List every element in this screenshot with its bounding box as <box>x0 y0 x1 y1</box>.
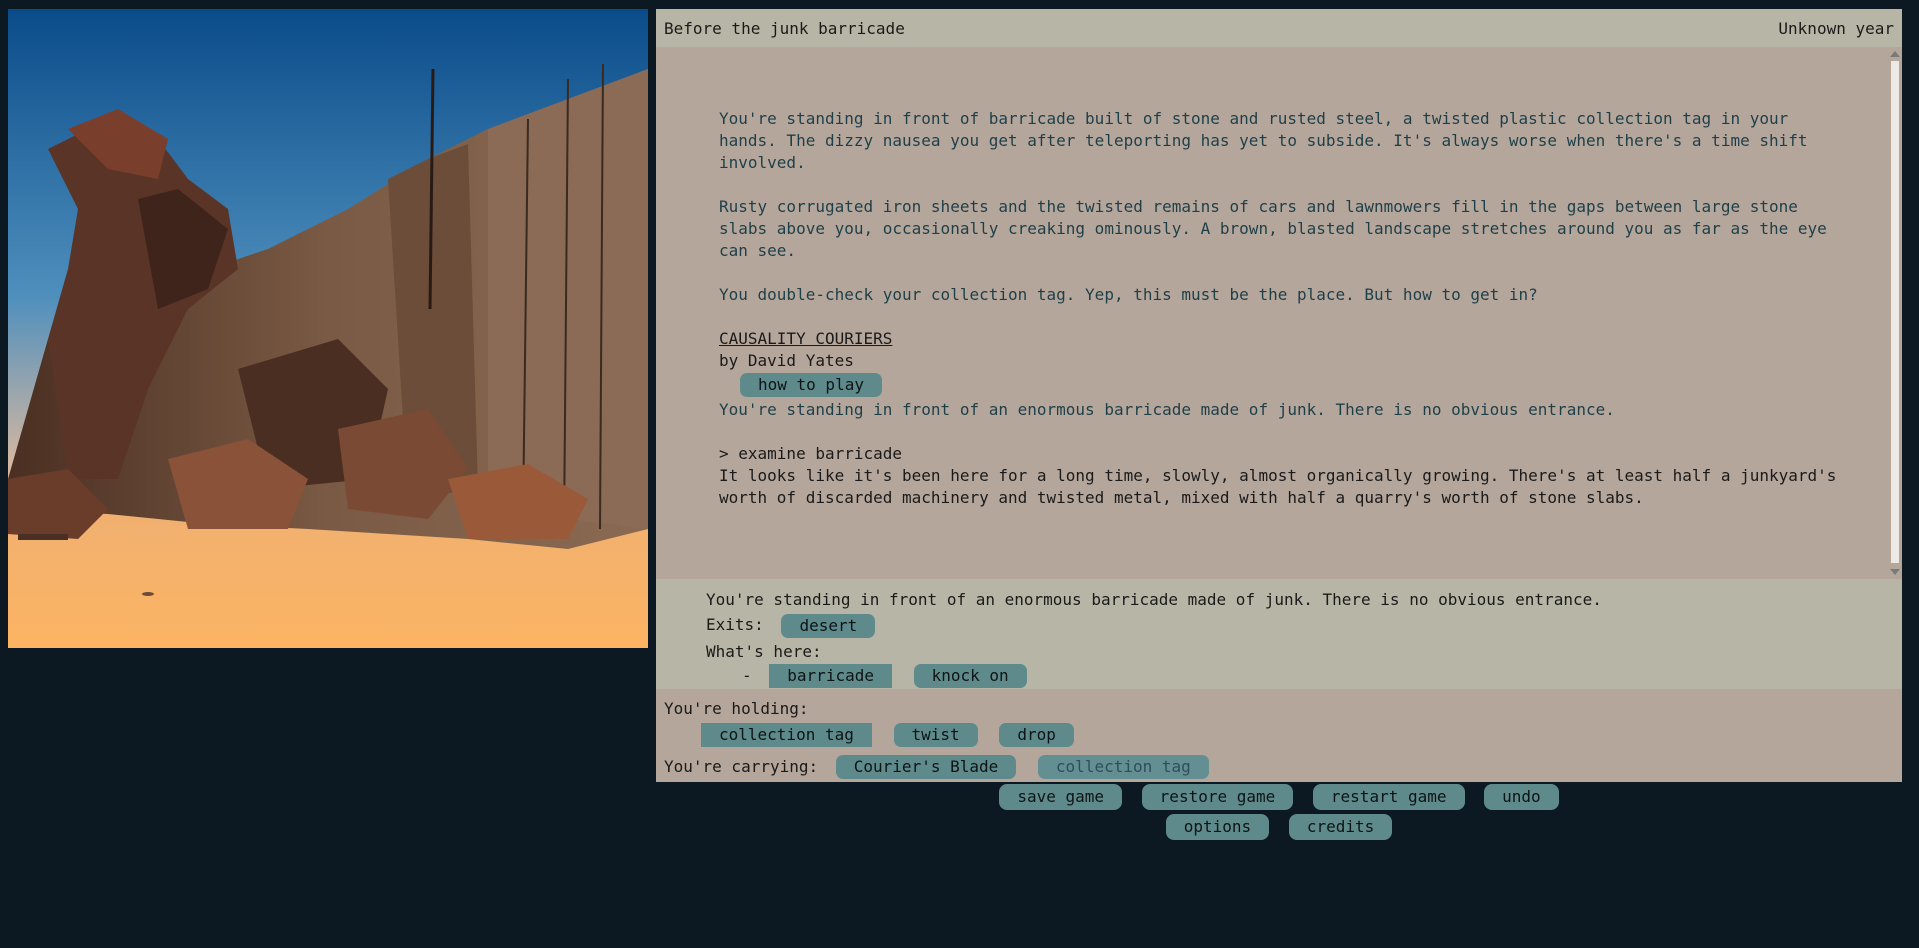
game-title: CAUSALITY COURIERS <box>719 329 893 348</box>
exits-label: Exits: <box>706 615 764 634</box>
transcript-content: You're standing in front of barricade bu… <box>719 108 1844 531</box>
intro-paragraph-3: You double-check your collection tag. Ye… <box>719 285 1538 304</box>
item-barricade-button[interactable]: barricade <box>769 664 892 688</box>
game-panel: Before the junk barricade Unknown year Y… <box>656 9 1902 782</box>
credits-button[interactable]: credits <box>1288 814 1393 840</box>
scrollbar-thumb[interactable] <box>1891 61 1899 563</box>
save-game-button[interactable]: save game <box>999 784 1123 810</box>
byline: by David Yates <box>719 351 854 370</box>
player-command: > examine barricade <box>719 444 903 463</box>
location-title: Before the junk barricade <box>664 18 905 38</box>
exit-desert-button[interactable]: desert <box>781 613 876 638</box>
junk-barricade-image <box>8 9 648 648</box>
scroll-down-arrow-icon[interactable] <box>1890 569 1900 575</box>
status-bar: Before the junk barricade Unknown year <box>656 9 1902 47</box>
room-description-transcript: You're standing in front of an enormous … <box>719 400 1615 419</box>
undo-button[interactable]: undo <box>1484 784 1559 810</box>
restore-game-button[interactable]: restore game <box>1141 784 1294 810</box>
carried-collection-tag-button[interactable]: collection tag <box>1037 755 1209 779</box>
command-response: It looks like it's been here for a long … <box>719 466 1837 507</box>
intro-paragraph-1: You're standing in front of barricade bu… <box>719 109 1808 172</box>
how-to-play-button[interactable]: how to play <box>740 373 882 397</box>
whats-here-label: What's here: <box>706 641 822 661</box>
restart-game-button[interactable]: restart game <box>1312 784 1465 810</box>
intro-paragraph-2: Rusty corrugated iron sheets and the twi… <box>719 197 1827 260</box>
held-collection-tag-button[interactable]: collection tag <box>701 722 872 747</box>
room-panel: You're standing in front of an enormous … <box>656 579 1902 689</box>
couriers-blade-button[interactable]: Courier's Blade <box>835 755 1017 779</box>
scene-illustration <box>8 9 648 648</box>
holding-label: You're holding: <box>664 699 809 718</box>
drop-button[interactable]: drop <box>999 722 1074 747</box>
knock-on-button[interactable]: knock on <box>913 664 1027 688</box>
transcript-scrollbar[interactable] <box>1888 47 1902 579</box>
room-description: You're standing in front of an enormous … <box>706 590 1602 609</box>
inventory-panel: You're holding: collection tag twist dro… <box>656 689 1902 779</box>
game-controls: save game restore game restart game undo… <box>656 784 1902 844</box>
item-bullet: - <box>742 665 752 685</box>
transcript-window[interactable]: You're standing in front of barricade bu… <box>656 47 1902 579</box>
scroll-up-arrow-icon[interactable] <box>1890 51 1900 57</box>
options-button[interactable]: options <box>1165 814 1270 840</box>
twist-button[interactable]: twist <box>893 722 978 747</box>
time-indicator: Unknown year <box>1778 18 1894 38</box>
carrying-label: You're carrying: <box>664 756 819 776</box>
